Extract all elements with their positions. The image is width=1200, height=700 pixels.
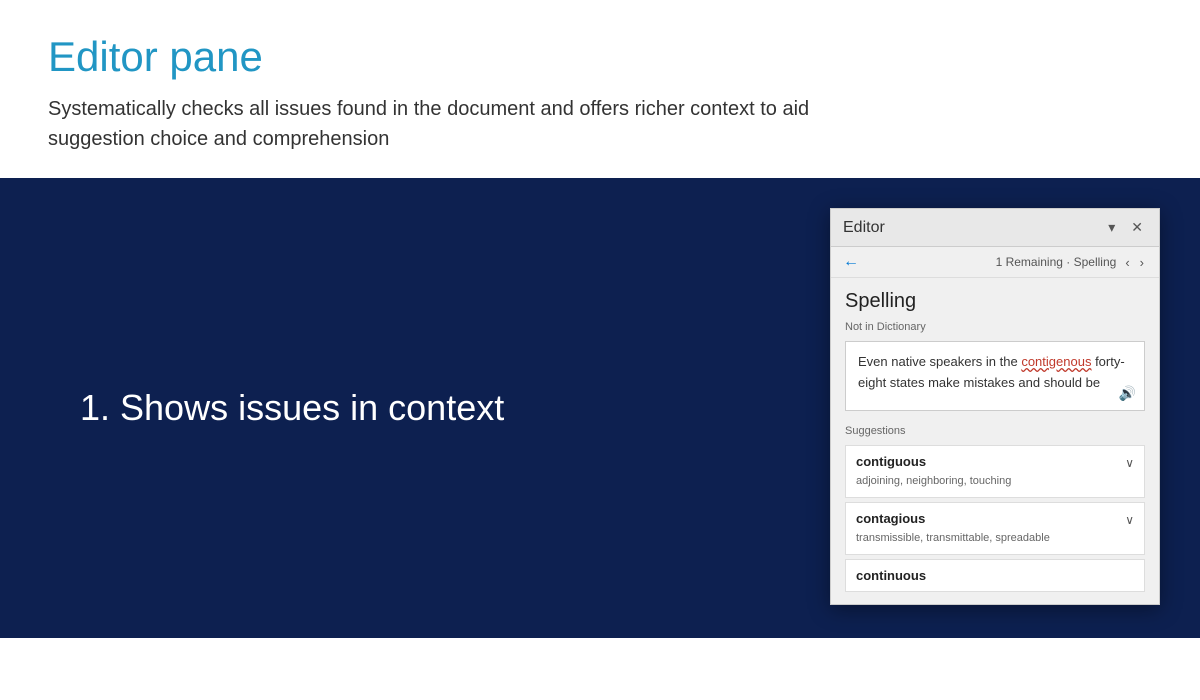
chevron-down-icon: ∨: [1125, 456, 1134, 470]
dark-section: 1. Shows issues in context Editor ▾ ✕ ← …: [0, 178, 1200, 638]
top-section: Editor pane Systematically checks all is…: [0, 0, 1200, 178]
nav-status-text: 1 Remaining · Spelling: [996, 255, 1117, 269]
nav-arrows: ‹ ›: [1122, 254, 1147, 271]
page-title: Editor pane: [48, 32, 1152, 82]
editor-dropdown-button[interactable]: ▾: [1104, 217, 1119, 238]
editor-header: Editor ▾ ✕: [831, 209, 1159, 247]
nav-next-button[interactable]: ›: [1137, 254, 1147, 271]
suggestion-item[interactable]: continuous: [845, 559, 1145, 592]
suggestion-word: contiguous: [856, 454, 1011, 469]
suggestion-item[interactable]: contiguous adjoining, neighboring, touch…: [845, 445, 1145, 498]
spelling-heading: Spelling: [845, 290, 1145, 313]
not-in-dictionary-label: Not in Dictionary: [845, 321, 1145, 333]
suggestion-content: contagious transmissible, transmittable,…: [856, 511, 1050, 546]
editor-nav: ← 1 Remaining · Spelling ‹ ›: [831, 247, 1159, 278]
misspelled-word: contigenous: [1021, 354, 1091, 369]
editor-header-controls: ▾ ✕: [1104, 217, 1147, 238]
suggestion-synonyms: transmissible, transmittable, spreadable: [856, 532, 1050, 544]
speaker-button[interactable]: 🔊: [1119, 385, 1136, 402]
suggestion-word: contagious: [856, 511, 1050, 526]
nav-prev-button[interactable]: ‹: [1122, 254, 1132, 271]
chevron-down-icon: ∨: [1125, 513, 1134, 527]
suggestions-label: Suggestions: [845, 425, 1145, 437]
suggestion-word: continuous: [856, 568, 926, 583]
editor-back-button[interactable]: ←: [843, 253, 859, 271]
nav-status: 1 Remaining · Spelling ‹ ›: [996, 254, 1147, 271]
suggestion-item[interactable]: contagious transmissible, transmittable,…: [845, 502, 1145, 555]
suggestion-content: contiguous adjoining, neighboring, touch…: [856, 454, 1011, 489]
editor-close-button[interactable]: ✕: [1127, 217, 1147, 238]
editor-panel: Editor ▾ ✕ ← 1 Remaining · Spelling ‹ › …: [830, 208, 1160, 605]
context-box: Even native speakers in the contigenous …: [845, 341, 1145, 411]
suggestion-synonyms: adjoining, neighboring, touching: [856, 475, 1011, 487]
context-text-before: Even native speakers in the: [858, 354, 1021, 369]
editor-body: Spelling Not in Dictionary Even native s…: [831, 278, 1159, 604]
page-subtitle: Systematically checks all issues found i…: [48, 94, 868, 154]
editor-panel-title: Editor: [843, 219, 885, 237]
